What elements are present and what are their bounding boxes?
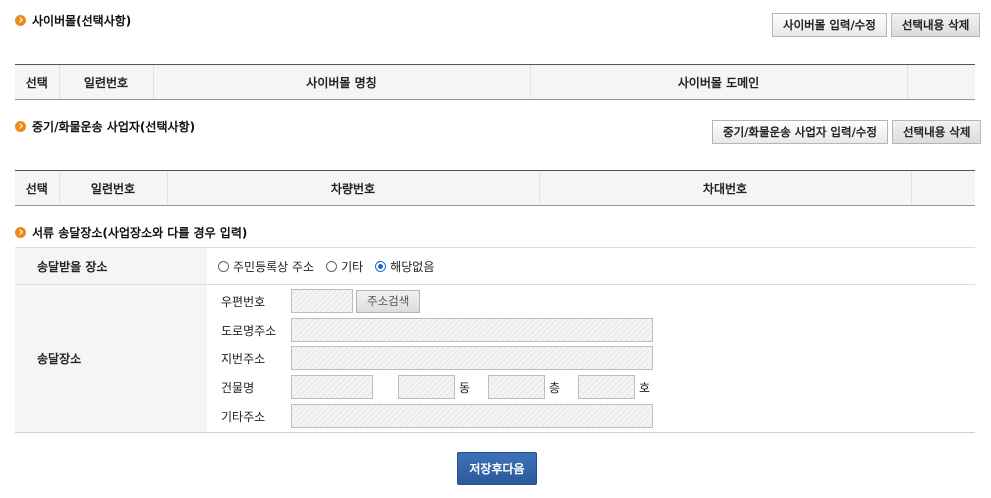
lot-address-input[interactable] [291, 346, 653, 370]
transport-delete-button[interactable]: 선택내용 삭제 [891, 120, 982, 144]
receive-label: 송달받을 장소 [15, 248, 207, 284]
cyber-col-serial: 일련번호 [58, 64, 153, 100]
etc-address-label: 기타주소 [221, 410, 266, 424]
delivery-section-title: 서류 송달장소(사업장소와 다를 경우 입력) [15, 224, 247, 241]
ho-unit: 호 [639, 381, 651, 395]
bullet-arrow-icon [15, 227, 26, 238]
cyber-col-domain: 사이버몰 도메인 [529, 64, 907, 100]
road-address-label: 도로명주소 [221, 324, 277, 338]
ho-input[interactable] [578, 375, 635, 399]
floor-input[interactable] [488, 375, 545, 399]
cyber-toolbar: 사이버몰 입력/수정 선택내용 삭제 [772, 13, 981, 37]
floor-unit: 층 [549, 381, 561, 395]
cyber-section-title-text: 사이버몰(선택사항) [32, 14, 132, 28]
address-search-button[interactable]: 주소검색 [356, 290, 421, 313]
transport-col-chassis: 차대번호 [538, 170, 911, 206]
building-label: 건물명 [221, 381, 255, 395]
transport-edit-button[interactable]: 중기/화물운송 사업자 입력/수정 [712, 120, 888, 144]
place-row: 송달장소 우편번호 주소검색 도로명주소 지번주소 건물명 동 층 호 기타주소 [15, 285, 975, 433]
etc-address-input[interactable] [291, 404, 653, 428]
transport-col-serial: 일련번호 [58, 170, 167, 206]
delivery-form: 송달받을 장소 주민등록상 주소 기타 해당없음 송달장소 우편번호 주소검색 … [15, 247, 975, 433]
postal-label: 우편번호 [221, 295, 266, 309]
transport-section-title-text: 중기/화물운송 사업자(선택사항) [32, 120, 196, 134]
dong-unit: 동 [459, 381, 471, 395]
cyber-section-title: 사이버몰(선택사항) [15, 12, 131, 29]
radio-resident-address-label[interactable]: 주민등록상 주소 [233, 258, 314, 275]
receive-options: 주민등록상 주소 기타 해당없음 [207, 248, 434, 284]
cyber-delete-button[interactable]: 선택내용 삭제 [890, 13, 981, 37]
radio-not-applicable[interactable] [375, 260, 387, 272]
radio-other-label[interactable]: 기타 [341, 258, 363, 275]
cyber-col-select: 선택 [15, 64, 59, 100]
cyber-col-name: 사이버몰 명칭 [152, 64, 530, 100]
place-label: 송달장소 [15, 285, 207, 432]
road-address-input[interactable] [291, 318, 653, 342]
radio-resident-address[interactable] [218, 260, 229, 272]
radio-other[interactable] [326, 260, 338, 272]
lot-address-label: 지번주소 [221, 352, 266, 366]
save-next-button[interactable]: 저장후다음 [457, 452, 537, 485]
cyber-col-empty [906, 64, 975, 100]
cyber-table: 선택 일련번호 사이버몰 명칭 사이버몰 도메인 [15, 64, 975, 100]
transport-section-title: 중기/화물운송 사업자(선택사항) [15, 118, 195, 135]
dong-input[interactable] [398, 375, 455, 399]
transport-table: 선택 일련번호 차량번호 차대번호 [15, 170, 975, 206]
transport-col-select: 선택 [15, 170, 59, 206]
bullet-arrow-icon [15, 121, 26, 132]
transport-col-empty [910, 170, 975, 206]
transport-col-vehicle: 차량번호 [166, 170, 539, 206]
cyber-edit-button[interactable]: 사이버몰 입력/수정 [772, 13, 887, 37]
receive-row: 송달받을 장소 주민등록상 주소 기타 해당없음 [15, 248, 975, 285]
delivery-section-title-text: 서류 송달장소(사업장소와 다를 경우 입력) [32, 226, 248, 240]
postal-input[interactable] [291, 289, 353, 313]
place-fields: 우편번호 주소검색 도로명주소 지번주소 건물명 동 층 호 기타주소 [207, 285, 975, 432]
radio-not-applicable-label[interactable]: 해당없음 [390, 258, 434, 275]
building-input[interactable] [291, 375, 373, 399]
bullet-arrow-icon [15, 15, 26, 26]
transport-toolbar: 중기/화물운송 사업자 입력/수정 선택내용 삭제 [712, 120, 982, 144]
